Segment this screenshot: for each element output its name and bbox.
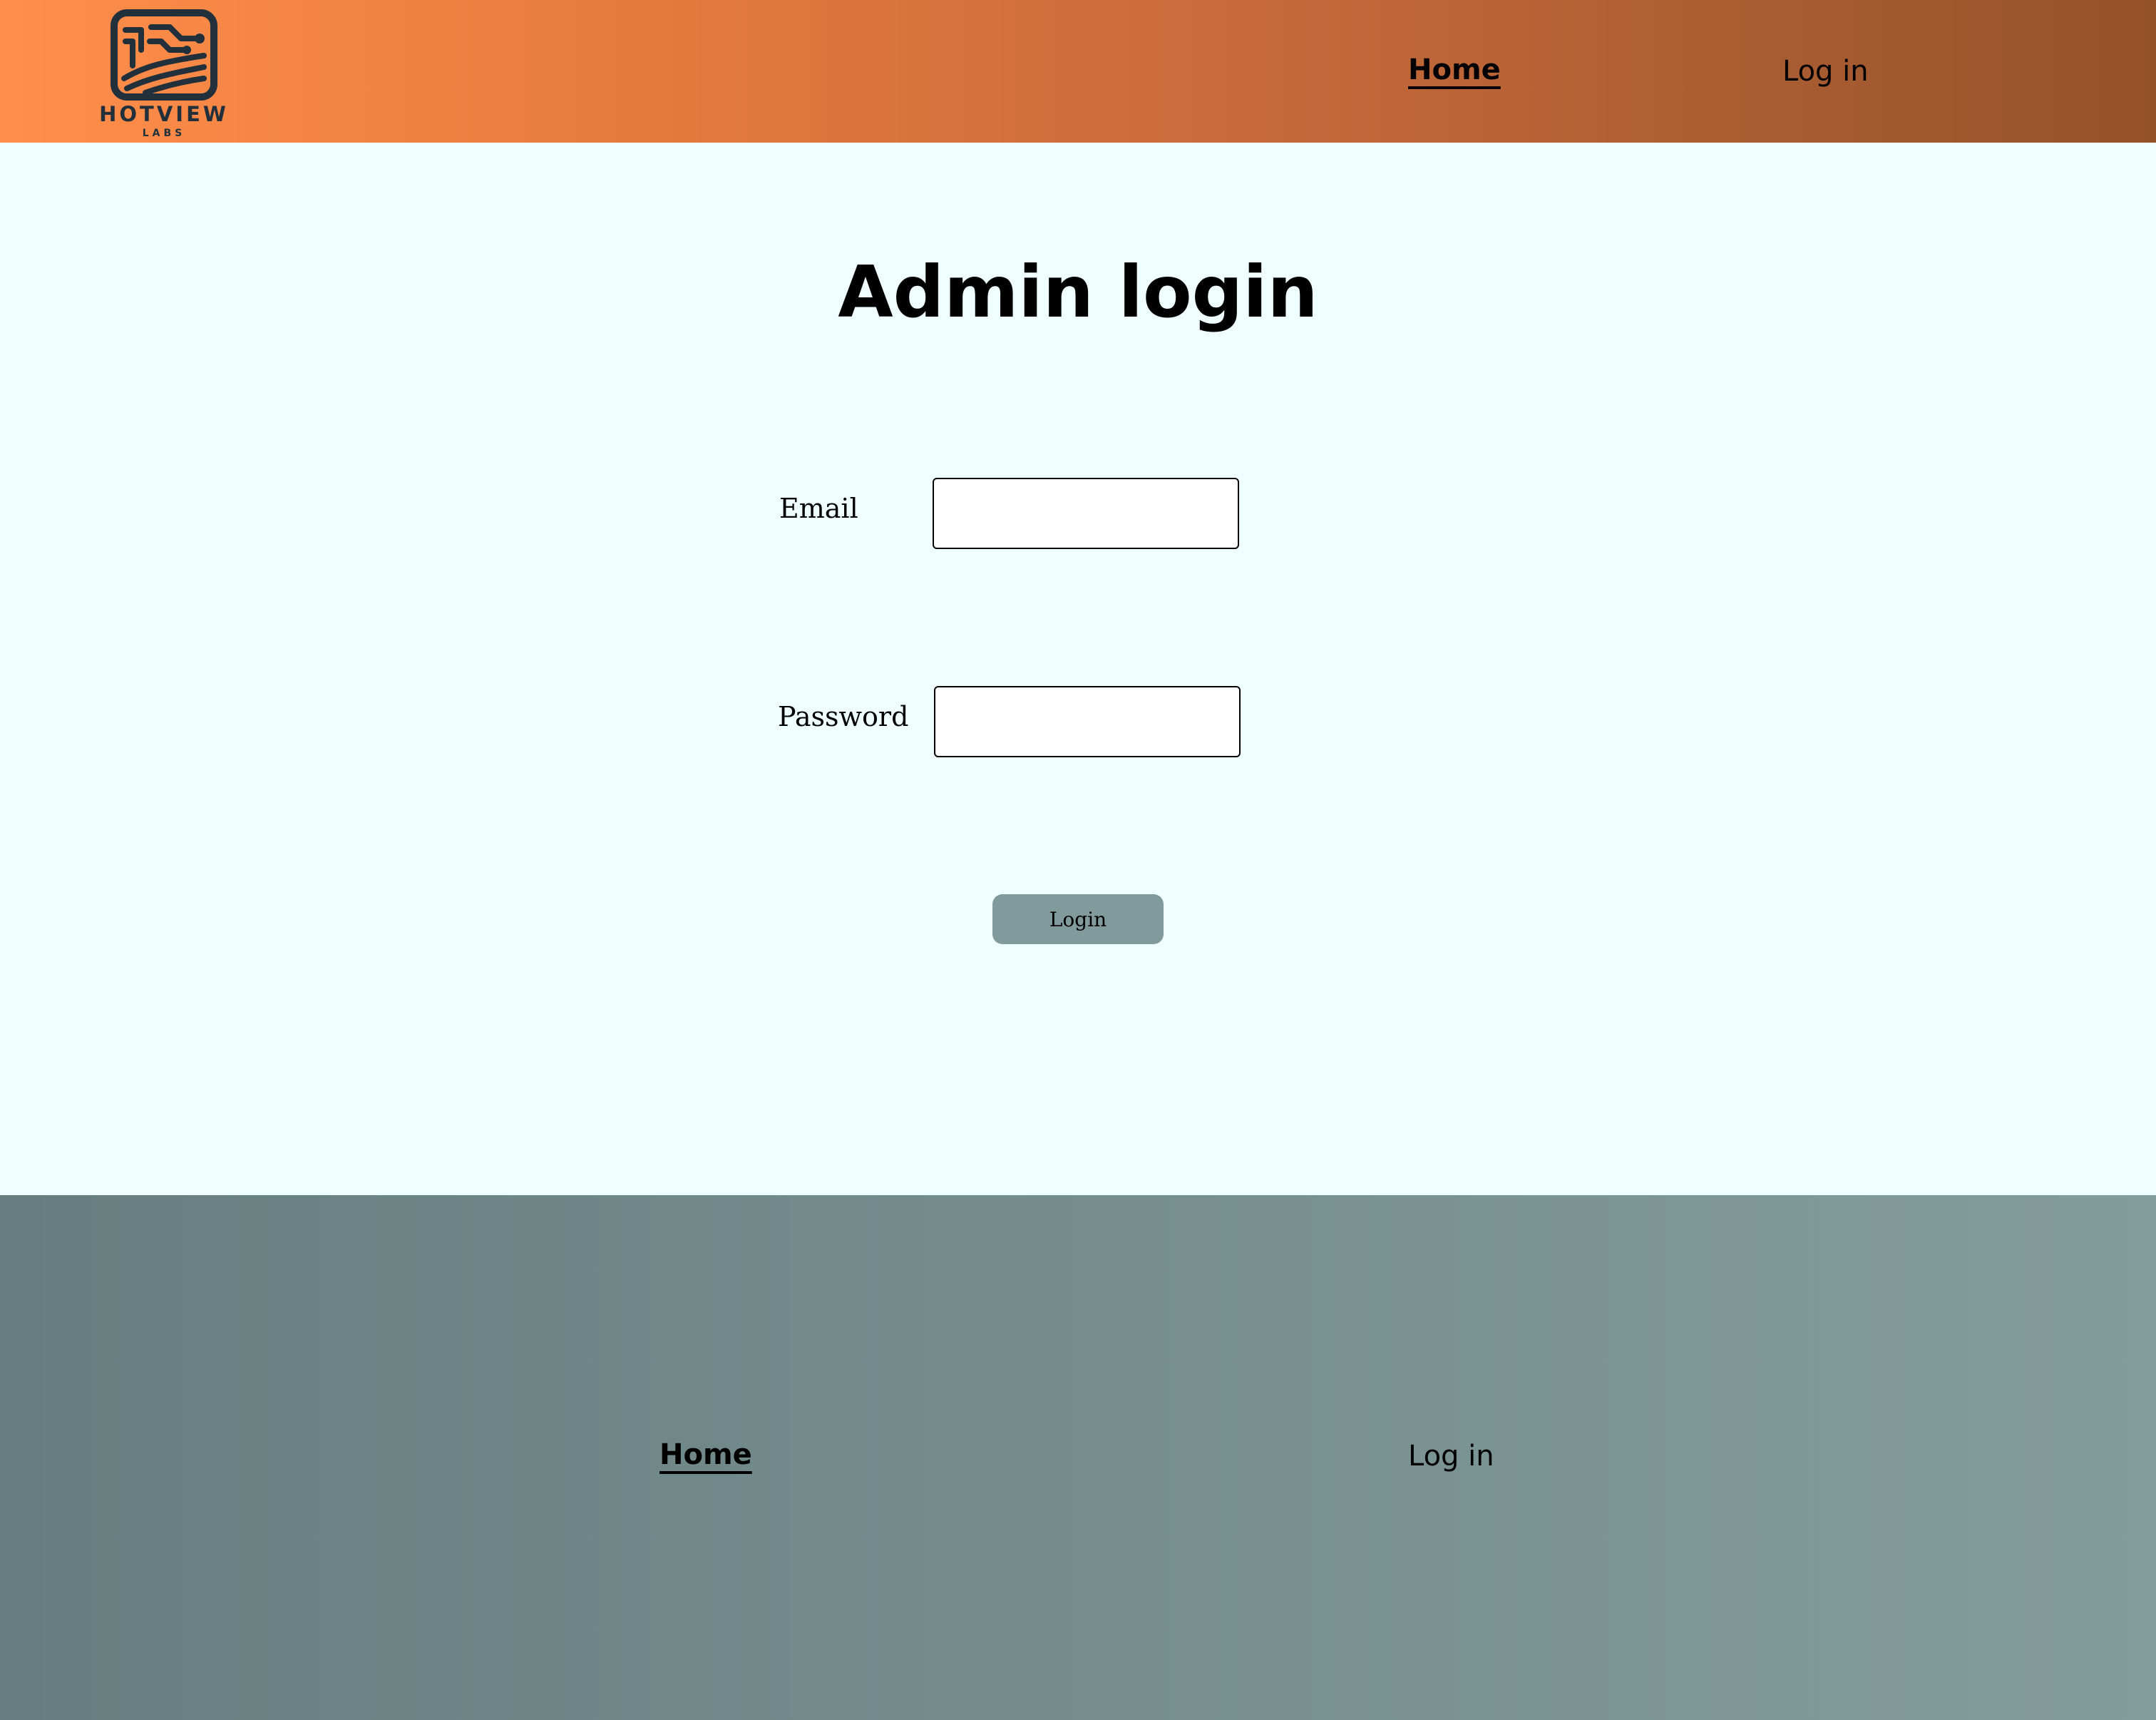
footer-nav-login[interactable]: Log in (1408, 1442, 1494, 1470)
password-field[interactable] (934, 686, 1241, 757)
site-footer: Home Log in (0, 1195, 2156, 1720)
header-nav-home[interactable]: Home (1408, 56, 1501, 84)
login-button[interactable]: Login (992, 894, 1164, 944)
page-title: Admin login (838, 250, 1318, 334)
logo-name: HOTVIEW (99, 102, 229, 126)
email-field[interactable] (933, 478, 1239, 549)
password-label: Password (778, 701, 909, 732)
page: HOTVIEW LABS Home Log in Admin login Ema… (0, 0, 2156, 1720)
main-content: Admin login Email Password Login (0, 143, 2156, 1195)
site-header: HOTVIEW LABS Home Log in (0, 0, 2156, 143)
circuit-board-icon (111, 9, 217, 101)
logo-subtitle: LABS (142, 128, 186, 139)
footer-nav-home[interactable]: Home (659, 1440, 752, 1469)
email-label: Email (779, 493, 858, 524)
header-nav-login[interactable]: Log in (1782, 57, 1869, 86)
logo-link[interactable]: HOTVIEW LABS (96, 9, 232, 140)
